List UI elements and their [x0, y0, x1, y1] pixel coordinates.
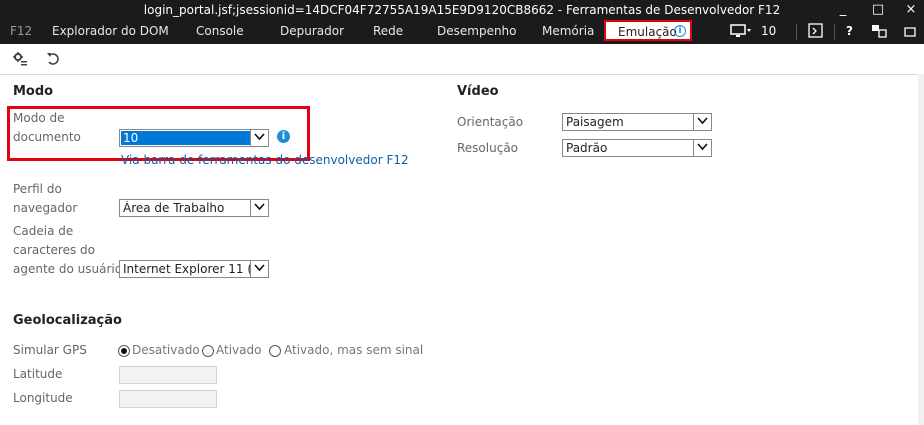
document-mode-select[interactable]: 10 — [119, 129, 269, 147]
separator — [834, 24, 835, 40]
orientation-label: Orientação — [457, 115, 524, 129]
document-mode-info-icon[interactable]: i — [277, 130, 290, 143]
tab-memory[interactable]: Memória — [542, 24, 594, 38]
screen-count: 10 — [761, 24, 777, 38]
chevron-down-icon — [250, 261, 268, 277]
tab-performance[interactable]: Desempenho — [437, 24, 517, 38]
help-icon[interactable]: ? — [846, 24, 853, 38]
window-titlebar: login_portal.jsf;jsessionid=14DCF04F7275… — [0, 0, 924, 20]
longitude-label: Longitude — [13, 391, 73, 405]
tab-emulation[interactable]: Emulação i — [604, 20, 692, 41]
document-mode-value: 10 — [121, 131, 250, 145]
gps-on-label[interactable]: Ativado — [216, 343, 261, 357]
user-agent-label-line3: agente do usuário — [13, 262, 123, 276]
gps-on-radio[interactable] — [202, 345, 214, 357]
browser-profile-value: Área de Trabalho — [123, 201, 225, 215]
resolution-select[interactable]: Padrão — [562, 139, 712, 157]
orientation-value: Paisagem — [566, 115, 624, 129]
mode-heading: Modo — [13, 84, 54, 99]
latitude-input[interactable] — [119, 366, 217, 384]
browser-profile-label-line1: Perfil do — [13, 182, 62, 196]
chevron-down-icon — [693, 114, 711, 130]
gps-off-radio[interactable] — [118, 345, 130, 357]
document-mode-source-link[interactable]: Via barra de ferramentas do desenvolvedo… — [121, 153, 409, 167]
minimize-button[interactable]: _ — [834, 2, 852, 18]
geolocation-heading: Geolocalização — [13, 313, 122, 328]
monitor-icon[interactable] — [730, 23, 754, 42]
tab-network[interactable]: Rede — [373, 24, 403, 38]
separator — [796, 24, 797, 40]
vertical-scrollbar[interactable] — [918, 74, 924, 425]
gps-off-label[interactable]: Desativado — [132, 343, 200, 357]
user-agent-label-line2: caracteres do — [13, 243, 96, 257]
resolution-label: Resolução — [457, 141, 519, 155]
tab-console[interactable]: Console — [196, 24, 244, 38]
latitude-label: Latitude — [13, 367, 63, 381]
console-icon[interactable] — [808, 23, 824, 42]
browser-profile-select[interactable]: Área de Trabalho — [119, 199, 269, 217]
close-button[interactable]: × — [902, 2, 920, 18]
tab-debugger[interactable]: Depurador — [280, 24, 344, 38]
document-mode-label-line1: Modo de — [13, 111, 65, 125]
info-icon: i — [674, 25, 686, 37]
f12-label: F12 — [10, 24, 33, 38]
devtools-tabbar: F12 Explorador do DOM Console Depurador … — [0, 20, 924, 44]
chevron-down-icon — [693, 140, 711, 156]
simulate-gps-label: Simular GPS — [13, 343, 87, 357]
longitude-input[interactable] — [119, 390, 217, 408]
video-heading: Vídeo — [457, 84, 499, 99]
undo-icon[interactable] — [45, 51, 61, 67]
document-mode-label-line2: documento — [13, 130, 81, 144]
chevron-down-icon — [250, 200, 268, 216]
maximize-button[interactable]: □ — [869, 2, 887, 18]
gps-no-signal-radio[interactable] — [269, 345, 281, 357]
settings-icon[interactable] — [12, 51, 28, 67]
resolution-value: Padrão — [566, 141, 608, 155]
user-agent-label-line1: Cadeia de — [13, 224, 74, 238]
emulation-toolbar — [0, 44, 924, 75]
dock-icon[interactable] — [871, 23, 887, 42]
chevron-down-icon — [250, 130, 268, 146]
gps-no-signal-label[interactable]: Ativado, mas sem sinal — [284, 343, 423, 357]
user-agent-value: Internet Explorer 11 (Pa — [123, 262, 250, 276]
browser-profile-label-line2: navegador — [13, 201, 78, 215]
tab-dom-explorer[interactable]: Explorador do DOM — [52, 24, 169, 38]
orientation-select[interactable]: Paisagem — [562, 113, 712, 131]
window-title: login_portal.jsf;jsessionid=14DCF04F7275… — [143, 3, 781, 17]
user-agent-select[interactable]: Internet Explorer 11 (Pa — [119, 260, 269, 278]
tab-emulation-label: Emulação — [618, 25, 677, 39]
collapse-icon[interactable] — [904, 24, 916, 41]
